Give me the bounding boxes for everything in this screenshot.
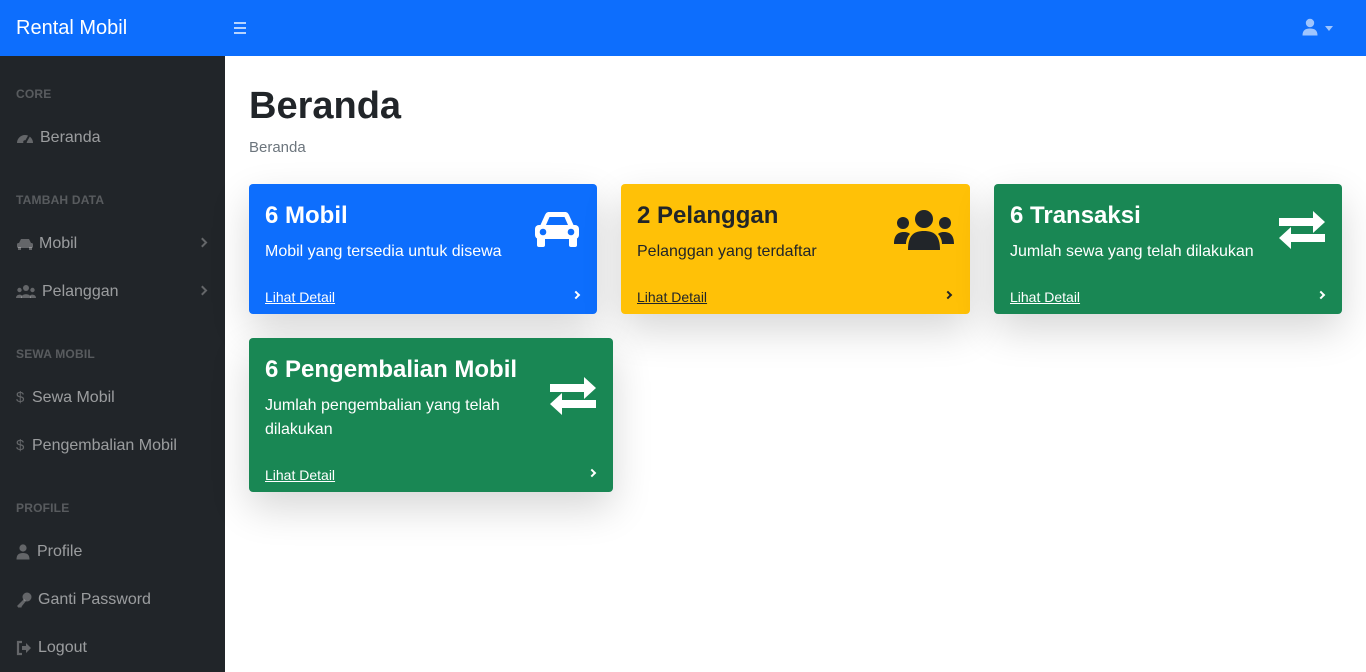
exchange-icon	[1279, 211, 1325, 249]
card-title: 6 Mobil	[265, 202, 348, 229]
sidebar-item-label: Logout	[38, 639, 87, 656]
card-description: Jumlah pengembalian yang telah dilakukan	[265, 397, 500, 438]
sidebar-item-label: Sewa Mobil	[32, 389, 115, 406]
car-icon	[535, 212, 579, 247]
chevron-right-icon	[197, 237, 208, 248]
user-icon	[16, 544, 34, 560]
brand-title[interactable]: Rental Mobil	[16, 16, 127, 40]
sidebar-item-ganti-password[interactable]: Ganti Password	[0, 580, 225, 620]
sidebar-heading-profile: PROFILE	[16, 501, 70, 515]
users-icon	[894, 210, 954, 250]
sidebar-heading-sewa-mobil: SEWA MOBIL	[16, 347, 95, 361]
chevron-right-icon[interactable]	[587, 468, 597, 478]
card-title: 2 Pelanggan	[637, 202, 779, 229]
user-dropdown-button[interactable]	[1302, 18, 1338, 38]
chevron-right-icon[interactable]	[943, 290, 953, 300]
dollar-icon: $	[16, 389, 25, 406]
users-icon	[16, 284, 36, 300]
sidebar-heading-tambah-data: TAMBAH DATA	[16, 193, 105, 207]
view-detail-link[interactable]: Lihat Detail	[1010, 289, 1080, 305]
sidebar-item-logout[interactable]: Logout	[0, 628, 225, 668]
chevron-right-icon[interactable]	[1316, 290, 1326, 300]
chevron-right-icon[interactable]	[571, 290, 581, 300]
sidebar-item-mobil[interactable]: Mobil	[0, 224, 225, 264]
tachometer-icon	[16, 130, 34, 146]
card-transaksi: 6 Transaksi Jumlah sewa yang telah dilak…	[994, 184, 1342, 314]
sidebar-item-pelanggan[interactable]: Pelanggan	[0, 272, 225, 312]
exchange-icon	[550, 377, 596, 415]
card-mobil: 6 Mobil Mobil yang tersedia untuk disewa…	[249, 184, 597, 314]
car-icon	[16, 236, 34, 252]
caret-down-icon	[1325, 26, 1333, 31]
sidebar-item-beranda[interactable]: Beranda	[0, 118, 225, 158]
sidebar-item-pengembalian-mobil[interactable]: $ Pengembalian Mobil	[0, 426, 225, 466]
breadcrumb: Beranda	[249, 139, 306, 156]
view-detail-link[interactable]: Lihat Detail	[637, 289, 707, 305]
view-detail-link[interactable]: Lihat Detail	[265, 467, 335, 483]
card-pelanggan: 2 Pelanggan Pelanggan yang terdaftar Lih…	[621, 184, 970, 314]
sidebar-item-label: Mobil	[39, 235, 78, 252]
sidebar-heading-core: CORE	[16, 87, 52, 101]
sidebar-item-sewa-mobil[interactable]: $ Sewa Mobil	[0, 378, 225, 418]
card-title: 6 Transaksi	[1010, 202, 1141, 229]
key-icon	[16, 592, 34, 608]
card-description: Jumlah sewa yang telah dilakukan	[1010, 243, 1254, 260]
sidebar-item-label: Profile	[37, 543, 83, 560]
card-title: 6 Pengembalian Mobil	[265, 356, 518, 383]
chevron-right-icon	[197, 285, 208, 296]
view-detail-link[interactable]: Lihat Detail	[265, 289, 335, 305]
sign-out-icon	[16, 640, 34, 656]
bars-icon[interactable]	[232, 18, 248, 38]
sidebar-item-label: Ganti Password	[38, 591, 151, 608]
sidebar: CORE Beranda TAMBAH DATA Mobil Pelanggan…	[0, 56, 225, 672]
card-pengembalian-mobil: 6 Pengembalian Mobil Jumlah pengembalian…	[249, 338, 613, 492]
dollar-icon: $	[16, 437, 25, 454]
sidebar-item-profile[interactable]: Profile	[0, 532, 225, 572]
card-description: Mobil yang tersedia untuk disewa	[265, 243, 502, 260]
top-navbar: Rental Mobil	[0, 0, 1366, 56]
sidebar-item-label: Beranda	[40, 129, 101, 146]
sidebar-item-label: Pengembalian Mobil	[32, 437, 177, 454]
page-title: Beranda	[249, 85, 402, 127]
user-icon	[1302, 18, 1318, 36]
card-description: Pelanggan yang terdaftar	[637, 243, 817, 260]
sidebar-item-label: Pelanggan	[42, 283, 119, 300]
